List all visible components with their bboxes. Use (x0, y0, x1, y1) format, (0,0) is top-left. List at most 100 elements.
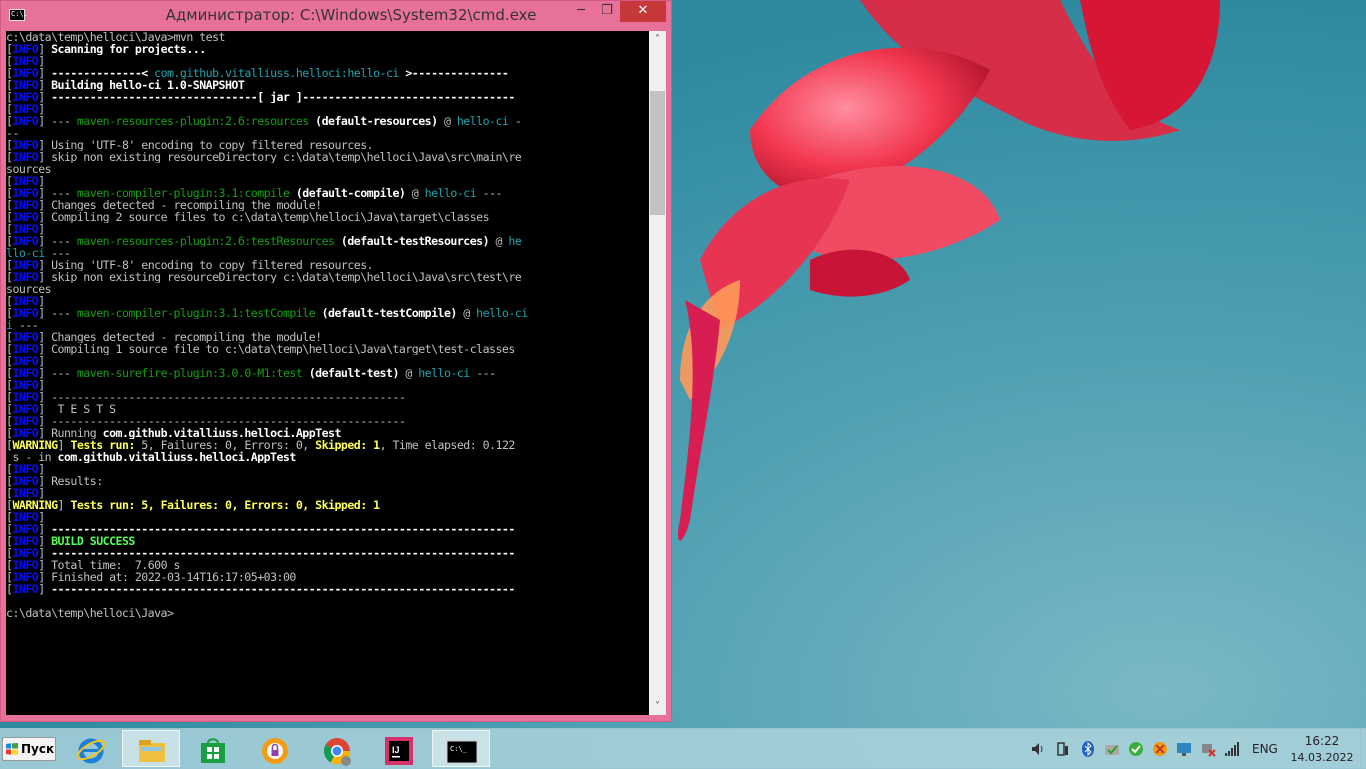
console-line: llo-ci --- (6, 247, 649, 259)
console-line: [INFO] (6, 511, 649, 523)
check-shield-icon[interactable] (1128, 741, 1144, 757)
wallpaper-flower (677, 0, 1220, 541)
console-text-segment: ] (38, 523, 52, 535)
console-text-segment: maven-surefire-plugin:3.0.0-M1:test (76, 367, 303, 379)
console-text-segment: Skipped: 1 (315, 439, 380, 451)
console-text-segment: INFO (12, 103, 39, 115)
console-text-segment: --- (476, 187, 503, 199)
start-button[interactable]: Пуск (2, 737, 56, 761)
scroll-thumb[interactable] (650, 91, 665, 215)
console-text-segment: ] (38, 43, 52, 55)
console-line: [INFO] ---------------------------------… (6, 523, 649, 535)
console-text-segment: ] (38, 235, 52, 247)
console-line: [INFO] Finished at: 2022-03-14T16:17:05+… (6, 571, 649, 583)
console-line: [INFO] Running com.github.vitalliuss.hel… (6, 427, 649, 439)
console-text-segment: ] (38, 583, 52, 595)
console-text-segment: ----------------------------------------… (51, 523, 515, 535)
title-bar[interactable]: C:\. Администратор: C:\Windows\System32\… (1, 1, 671, 31)
console-text-segment: --- (469, 367, 496, 379)
console-text-segment: ] (57, 499, 71, 511)
console-line: [INFO] (6, 379, 649, 391)
console-text-segment: s - in (6, 451, 58, 463)
console-text-segment: @ (405, 187, 425, 199)
taskbar-security-app[interactable] (246, 730, 304, 767)
console-text-segment: Finished at: 2022-03-14T16:17:05+03:00 (51, 571, 296, 583)
antivirus-icon[interactable] (1152, 741, 1168, 757)
console-text-segment: ] (38, 331, 52, 343)
console-line: [INFO] skip non existing resourceDirecto… (6, 271, 649, 283)
console-text-segment: INFO (12, 151, 39, 163)
console-line: [INFO] Scanning for projects... (6, 43, 649, 55)
display-settings-icon[interactable] (1176, 741, 1192, 757)
internet-explorer-icon (76, 738, 106, 764)
console-text-segment: ] (38, 79, 52, 91)
console-text-segment: skip non existing resourceDirectory c:\d… (51, 151, 522, 163)
scroll-up-icon[interactable]: ˄ (649, 31, 666, 48)
console-line: [INFO] (6, 223, 649, 235)
console-text-segment: INFO (12, 487, 39, 499)
console-text-segment: Changes detected - recompiling the modul… (51, 199, 322, 211)
taskbar-internet-explorer[interactable] (62, 730, 120, 767)
console-line: [INFO] --- maven-resources-plugin:2.6:te… (6, 235, 649, 247)
console-text-segment: (default-test) (302, 367, 400, 379)
console-text-segment: ] (57, 439, 71, 451)
console-output[interactable]: c:\data\temp\helloci\Java>mvn test [INFO]… (6, 31, 649, 715)
taskbar-windows-store[interactable] (184, 730, 242, 767)
network-sync-icon[interactable] (1104, 741, 1120, 757)
console-line: sources (6, 163, 649, 175)
console-text-segment: --------------< (51, 67, 155, 79)
restore-button[interactable]: ❐ (594, 1, 620, 22)
console-line: [WARNING] Tests run: 5, Failures: 0, Err… (6, 439, 649, 451)
close-button[interactable]: ✕ (620, 1, 666, 22)
console-text-segment: INFO (12, 259, 39, 271)
console-text-segment: --------------------------------[ jar ]-… (51, 91, 515, 103)
bluetooth-icon[interactable] (1080, 741, 1096, 757)
vertical-scrollbar[interactable]: ˄ ˅ (649, 31, 666, 715)
console-text-segment: INFO (12, 535, 39, 547)
console-text-segment: ] (38, 103, 45, 115)
scroll-down-icon[interactable]: ˅ (649, 698, 666, 715)
taskbar-file-explorer[interactable] (122, 730, 180, 767)
console-line: [INFO] (6, 175, 649, 187)
console-text-segment: INFO (12, 331, 39, 343)
console-text-segment: ] (38, 259, 52, 271)
taskbar-chrome[interactable] (308, 730, 366, 767)
console-text-segment: Results: (51, 475, 103, 487)
console-text-segment: INFO (12, 523, 39, 535)
console-line: sources (6, 283, 649, 295)
network-disconnected-icon[interactable] (1200, 741, 1216, 757)
console-text-segment: hello-ci (424, 187, 477, 199)
console-text-segment: ----------------------------------------… (51, 583, 515, 595)
show-desktop-button[interactable] (1360, 729, 1366, 769)
console-line: [INFO] --------------< com.github.vitall… (6, 67, 649, 79)
device-icon[interactable] (1055, 741, 1071, 757)
security-app-icon (262, 738, 288, 764)
console-line: [INFO] ---------------------------------… (6, 547, 649, 559)
taskbar-intellij-idea[interactable]: IJ (370, 730, 428, 767)
intellij-idea-icon: IJ (385, 737, 413, 765)
console-text-segment: Scanning for projects... (51, 43, 206, 55)
svg-text:IJ: IJ (392, 745, 400, 755)
signal-strength-icon[interactable] (1224, 741, 1240, 757)
console-text-segment: INFO (12, 475, 39, 487)
console-text-segment: INFO (12, 403, 39, 415)
minimize-button[interactable]: ─ (568, 1, 594, 22)
console-text-segment: INFO (12, 271, 39, 283)
console-text-segment: Compiling 2 source files to c:\data\temp… (51, 211, 490, 223)
clock-date[interactable]: 14.03.2022 (1290, 751, 1354, 764)
console-text-segment: ] (38, 115, 52, 127)
console-text-segment: ] (38, 559, 52, 571)
console-line: [INFO] Using 'UTF-8' encoding to copy fi… (6, 139, 649, 151)
language-indicator[interactable]: ENG (1252, 742, 1278, 756)
console-text-segment: ] (38, 67, 52, 79)
console-text-segment: ] (38, 475, 52, 487)
console-text-segment: ] (38, 223, 45, 235)
console-line: [INFO] (6, 487, 649, 499)
console-text-segment: INFO (12, 115, 39, 127)
start-label: Пуск (21, 742, 55, 756)
taskbar-cmd[interactable]: C:\_ (432, 730, 490, 767)
console-text-segment: INFO (12, 511, 39, 523)
console-text-segment: INFO (12, 415, 39, 427)
volume-icon[interactable] (1030, 741, 1046, 757)
clock-time[interactable]: 16:22 (1296, 734, 1348, 748)
